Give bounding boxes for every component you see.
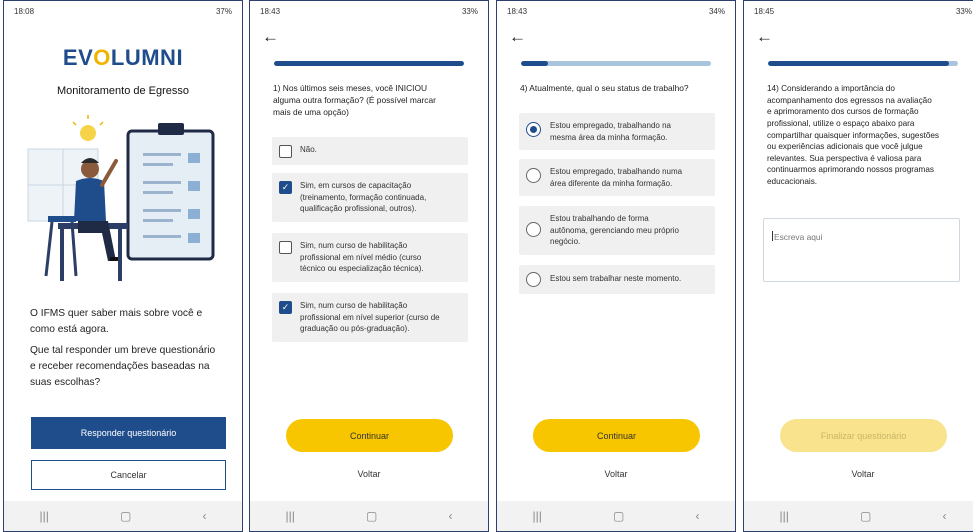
status-bar: 18:45 33% xyxy=(744,1,973,21)
progress-bar xyxy=(521,61,711,66)
checkbox[interactable] xyxy=(279,241,292,254)
invite-text: Que tal responder um breve questionário … xyxy=(30,345,216,388)
cancel-button[interactable]: Cancelar xyxy=(31,460,226,490)
question-text: 4) Atualmente, qual o seu status de trab… xyxy=(520,83,689,93)
progress-bar xyxy=(274,61,464,66)
recent-apps-icon[interactable]: ||| xyxy=(780,509,789,523)
option-checkbox-1[interactable]: Não. xyxy=(272,137,468,165)
status-battery: 33% xyxy=(461,6,478,16)
home-icon[interactable]: ▢ xyxy=(860,509,871,523)
back-nav-icon[interactable]: ‹ xyxy=(448,509,452,523)
back-link[interactable]: Voltar xyxy=(497,469,735,479)
recent-apps-icon[interactable]: ||| xyxy=(40,509,49,523)
android-nav-bar: ||| ▢ ‹ xyxy=(744,501,973,531)
option-radio-1[interactable]: Estou empregado, trabalhando na mesma ár… xyxy=(519,113,715,151)
status-bar: 18:43 34% xyxy=(497,1,735,21)
radio-button[interactable] xyxy=(526,222,541,237)
phone-screen-question-14: 18:45 33% ← 14) Considerando a importânc… xyxy=(743,0,973,532)
phone-screen-question-1: 18:43 33% ← 1) Nos últimos seis meses, v… xyxy=(249,0,489,532)
back-nav-icon[interactable]: ‹ xyxy=(942,509,946,523)
textarea-placeholder: Escreva aqui xyxy=(774,232,823,242)
status-bar: 18:43 33% xyxy=(250,1,488,21)
checkbox[interactable] xyxy=(279,145,292,158)
back-nav-icon[interactable]: ‹ xyxy=(695,509,699,523)
android-nav-bar: ||| ▢ ‹ xyxy=(497,501,735,531)
status-battery: 34% xyxy=(708,6,725,16)
status-battery: 33% xyxy=(955,6,972,16)
radio-button[interactable] xyxy=(526,122,541,137)
question-text: 14) Considerando a importância do acompa… xyxy=(767,84,940,187)
recent-apps-icon[interactable]: ||| xyxy=(286,509,295,523)
option-radio-2[interactable]: Estou empregado, trabalhando numa área d… xyxy=(519,159,715,197)
back-link[interactable]: Voltar xyxy=(744,469,973,479)
phone-screen-welcome: 18:08 37% EVOLUMNI Monitoramento de Egre… xyxy=(3,0,243,532)
home-icon[interactable]: ▢ xyxy=(366,509,377,523)
option-checkbox-4[interactable]: ✓ Sim, num curso de habilitação profissi… xyxy=(272,293,468,342)
option-checkbox-2[interactable]: ✓ Sim, em cursos de capacitação (treinam… xyxy=(272,173,468,222)
back-nav-icon[interactable]: ‹ xyxy=(202,509,206,523)
android-nav-bar: ||| ▢ ‹ xyxy=(4,501,242,531)
continue-button[interactable]: Continuar xyxy=(286,419,453,452)
status-time: 18:43 xyxy=(260,6,281,16)
app-logo: EVOLUMNI xyxy=(62,45,184,70)
status-battery: 37% xyxy=(215,6,232,16)
page-title: Monitoramento de Egresso xyxy=(56,85,190,97)
back-link[interactable]: Voltar xyxy=(250,469,488,479)
phone-screen-question-4: 18:43 34% ← 4) Atualmente, qual o seu st… xyxy=(496,0,736,532)
status-time: 18:43 xyxy=(507,6,528,16)
home-icon[interactable]: ▢ xyxy=(120,509,131,523)
progress-bar xyxy=(768,61,958,66)
answer-survey-button[interactable]: Responder questionário xyxy=(31,417,226,449)
continue-button[interactable]: Continuar xyxy=(533,419,700,452)
option-checkbox-3[interactable]: Sim, num curso de habilitação profission… xyxy=(272,233,468,282)
status-bar: 18:08 37% xyxy=(4,1,242,21)
android-nav-bar: ||| ▢ ‹ xyxy=(250,501,488,531)
checkbox[interactable]: ✓ xyxy=(279,181,292,194)
radio-button[interactable] xyxy=(526,168,541,183)
question-text: 1) Nos últimos seis meses, você INICIOU … xyxy=(273,83,436,117)
option-radio-3[interactable]: Estou trabalhando de forma autônoma, ger… xyxy=(519,206,715,255)
finish-survey-button[interactable]: Finalizar questionário xyxy=(780,419,947,452)
status-time: 18:08 xyxy=(14,6,35,16)
back-arrow-icon[interactable]: ← xyxy=(509,28,526,45)
answer-textarea[interactable]: Escreva aqui xyxy=(763,218,960,282)
option-radio-4[interactable]: Estou sem trabalhar neste momento. xyxy=(519,265,715,294)
radio-button[interactable] xyxy=(526,272,541,287)
recent-apps-icon[interactable]: ||| xyxy=(533,509,542,523)
intro-text: O IFMS quer saber mais sobre você e como… xyxy=(30,308,203,335)
back-arrow-icon[interactable]: ← xyxy=(756,28,773,45)
home-icon[interactable]: ▢ xyxy=(613,509,624,523)
back-arrow-icon[interactable]: ← xyxy=(262,28,279,45)
status-time: 18:45 xyxy=(754,6,775,16)
survey-illustration xyxy=(27,115,215,281)
checkbox[interactable]: ✓ xyxy=(279,301,292,314)
